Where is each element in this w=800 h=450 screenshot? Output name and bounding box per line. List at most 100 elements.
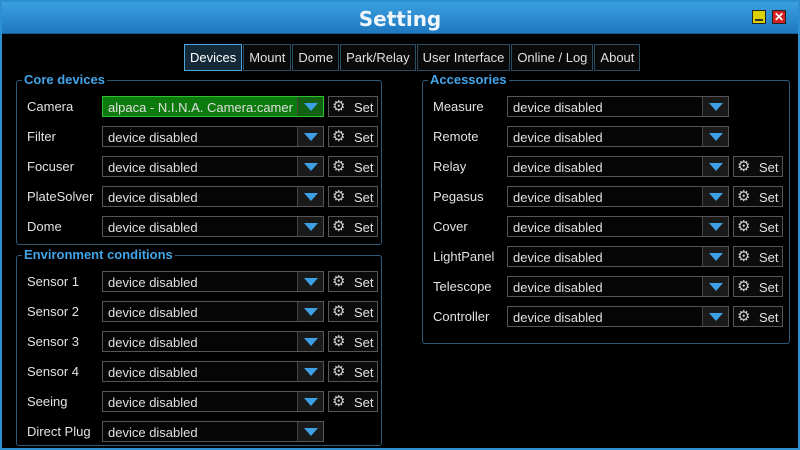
set-button-focuser[interactable]: ⚙ Set <box>328 156 378 177</box>
tab-park-relay[interactable]: Park/Relay <box>340 44 416 71</box>
set-button-seeing[interactable]: ⚙ Set <box>328 391 378 412</box>
close-icon[interactable]: ✕ <box>772 10 786 24</box>
acc-select-pegasus[interactable]: device disabled <box>507 186 729 207</box>
device-select-filter[interactable]: device disabled <box>102 126 324 147</box>
dropdown-arrow-icon[interactable] <box>702 217 728 236</box>
env-label: Seeing <box>27 394 68 409</box>
acc-select-controller[interactable]: device disabled <box>507 306 729 327</box>
env-select-seeing[interactable]: device disabled <box>102 391 324 412</box>
tab-user-interface[interactable]: User Interface <box>416 44 511 71</box>
acc-select-value: device disabled <box>513 100 603 115</box>
acc-row-lightpanel: LightPanel device disabled ⚙ Set <box>423 246 791 268</box>
tab-about[interactable]: About <box>594 44 641 71</box>
set-button-cover[interactable]: ⚙ Set <box>733 216 783 237</box>
env-row-sensor-2: Sensor 2 device disabled ⚙ Set <box>17 301 383 323</box>
gear-icon: ⚙ <box>737 188 751 205</box>
dropdown-arrow-icon[interactable] <box>702 307 728 326</box>
gear-icon: ⚙ <box>332 98 346 115</box>
window-title: Setting <box>358 7 442 31</box>
dropdown-arrow-icon[interactable] <box>297 422 323 441</box>
set-button-platesolver[interactable]: ⚙ Set <box>328 186 378 207</box>
set-button-filter[interactable]: ⚙ Set <box>328 126 378 147</box>
dropdown-arrow-icon[interactable] <box>297 217 323 236</box>
dropdown-arrow-icon[interactable] <box>702 187 728 206</box>
set-button-label: Set <box>354 160 374 175</box>
dropdown-arrow-icon[interactable] <box>297 127 323 146</box>
dropdown-arrow-icon[interactable] <box>702 247 728 266</box>
set-button-sensor-2[interactable]: ⚙ Set <box>328 301 378 322</box>
gear-icon: ⚙ <box>737 218 751 235</box>
gear-icon: ⚙ <box>332 303 346 320</box>
acc-select-telescope[interactable]: device disabled <box>507 276 729 297</box>
env-select-sensor-2[interactable]: device disabled <box>102 301 324 322</box>
acc-label: Remote <box>433 129 479 144</box>
core-devices-legend: Core devices <box>22 72 107 88</box>
acc-select-value: device disabled <box>513 160 603 175</box>
device-label: Dome <box>27 219 62 234</box>
set-button-camera[interactable]: ⚙ Set <box>328 96 378 117</box>
dropdown-arrow-icon[interactable] <box>297 187 323 206</box>
env-select-sensor-3[interactable]: device disabled <box>102 331 324 352</box>
env-select-value: device disabled <box>108 425 198 440</box>
dropdown-arrow-icon[interactable] <box>297 97 323 116</box>
dropdown-arrow-icon[interactable] <box>702 97 728 116</box>
acc-label: Measure <box>433 99 484 114</box>
set-button-controller[interactable]: ⚙ Set <box>733 306 783 327</box>
env-select-sensor-1[interactable]: device disabled <box>102 271 324 292</box>
env-select-value: device disabled <box>108 275 198 290</box>
acc-select-relay[interactable]: device disabled <box>507 156 729 177</box>
tab-online-log[interactable]: Online / Log <box>511 44 594 71</box>
tab-bar: Devices Mount Dome Park/Relay User Inter… <box>184 44 641 71</box>
set-button-relay[interactable]: ⚙ Set <box>733 156 783 177</box>
env-select-sensor-4[interactable]: device disabled <box>102 361 324 382</box>
dropdown-arrow-icon[interactable] <box>297 302 323 321</box>
acc-label: Telescope <box>433 279 492 294</box>
device-select-camera[interactable]: alpaca - N.I.N.A. Camera:camera <box>102 96 324 117</box>
set-button-sensor-3[interactable]: ⚙ Set <box>328 331 378 352</box>
tab-devices[interactable]: Devices <box>184 44 243 71</box>
dropdown-arrow-icon[interactable] <box>702 157 728 176</box>
device-select-value: alpaca - N.I.N.A. Camera:camera <box>108 100 293 115</box>
title-bar[interactable]: Setting ✕ <box>2 2 798 34</box>
gear-icon: ⚙ <box>332 333 346 350</box>
dropdown-arrow-icon[interactable] <box>297 392 323 411</box>
acc-select-remote[interactable]: device disabled <box>507 126 729 147</box>
acc-label: Cover <box>433 219 468 234</box>
set-button-label: Set <box>354 275 374 290</box>
env-select-direct-plug[interactable]: device disabled <box>102 421 324 442</box>
device-select-platesolver[interactable]: device disabled <box>102 186 324 207</box>
acc-select-cover[interactable]: device disabled <box>507 216 729 237</box>
dropdown-arrow-icon[interactable] <box>297 332 323 351</box>
dropdown-arrow-icon[interactable] <box>297 362 323 381</box>
set-button-pegasus[interactable]: ⚙ Set <box>733 186 783 207</box>
device-select-focuser[interactable]: device disabled <box>102 156 324 177</box>
env-select-value: device disabled <box>108 365 198 380</box>
set-button-telescope[interactable]: ⚙ Set <box>733 276 783 297</box>
device-label: PlateSolver <box>27 189 94 204</box>
set-button-dome[interactable]: ⚙ Set <box>328 216 378 237</box>
set-button-lightpanel[interactable]: ⚙ Set <box>733 246 783 267</box>
gear-icon: ⚙ <box>332 273 346 290</box>
set-button-sensor-1[interactable]: ⚙ Set <box>328 271 378 292</box>
accessories-group: Accessories Measure device disabled Remo… <box>422 72 791 344</box>
dropdown-arrow-icon[interactable] <box>702 127 728 146</box>
acc-select-measure[interactable]: device disabled <box>507 96 729 117</box>
dropdown-arrow-icon[interactable] <box>297 272 323 291</box>
acc-select-lightpanel[interactable]: device disabled <box>507 246 729 267</box>
device-row-platesolver: PlateSolver device disabled ⚙ Set <box>17 186 383 208</box>
device-select-dome[interactable]: device disabled <box>102 216 324 237</box>
gear-icon: ⚙ <box>332 158 346 175</box>
set-button-label: Set <box>354 305 374 320</box>
dropdown-arrow-icon[interactable] <box>297 157 323 176</box>
minimize-icon[interactable] <box>752 10 766 24</box>
acc-select-value: device disabled <box>513 130 603 145</box>
set-button-label: Set <box>759 190 779 205</box>
device-select-value: device disabled <box>108 220 198 235</box>
set-button-sensor-4[interactable]: ⚙ Set <box>328 361 378 382</box>
dropdown-arrow-icon[interactable] <box>702 277 728 296</box>
tab-dome[interactable]: Dome <box>292 44 340 71</box>
tab-mount[interactable]: Mount <box>243 44 292 71</box>
env-row-seeing: Seeing device disabled ⚙ Set <box>17 391 383 413</box>
env-label: Sensor 3 <box>27 334 80 349</box>
acc-row-controller: Controller device disabled ⚙ Set <box>423 306 791 328</box>
